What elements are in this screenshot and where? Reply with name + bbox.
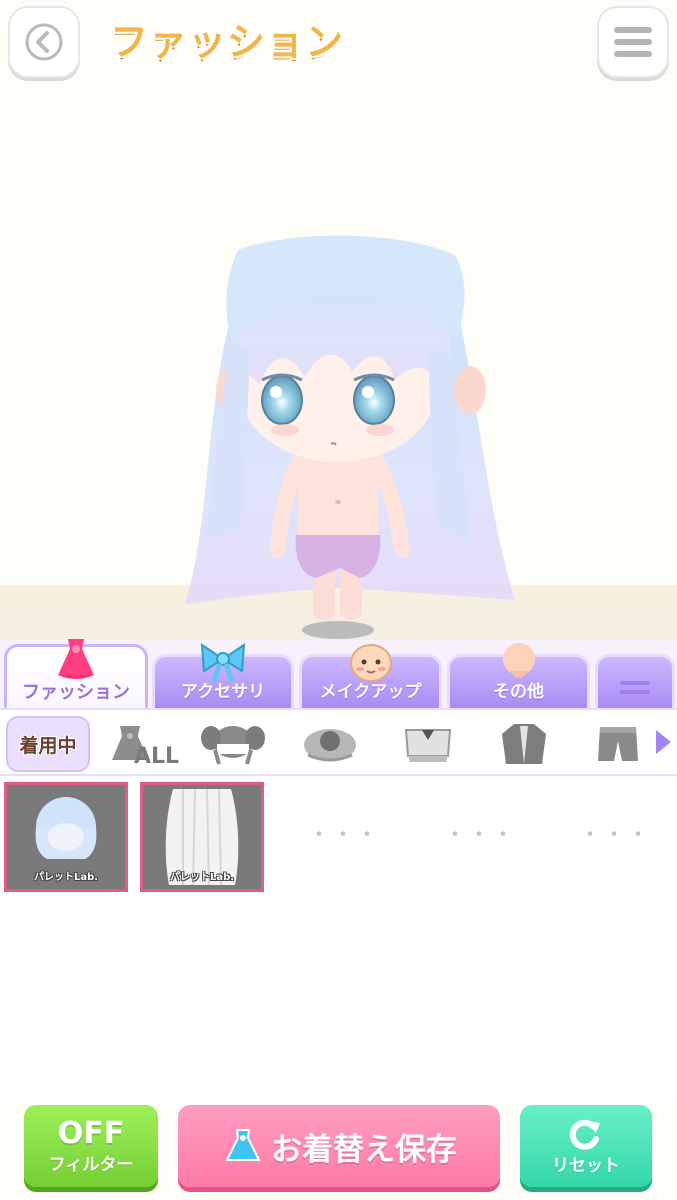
subcat-top[interactable] [398,718,458,770]
item-brand: パレットLab. [169,872,235,883]
hair-bun-icon [304,729,356,762]
wearing-filter-button[interactable]: 着用中 [6,716,90,772]
tab-makeup[interactable]: メイクアップ [299,644,442,708]
tab-fashion[interactable]: ファッション [4,639,148,710]
hamburger-icon [614,27,652,57]
item-card[interactable]: パレットLab. [140,782,264,892]
character-icon [502,643,535,678]
empty-slot-placeholder: ・・・ [308,823,381,848]
dress-icon [225,1129,261,1161]
more-lines-icon [620,680,650,694]
all-label: ALL [134,744,180,769]
dress-icon [58,639,94,679]
subcat-hair-bun[interactable] [300,718,360,770]
item-grid: パレットLab. パレットLab. ・・・ ・・・ ・・・ [0,778,677,1098]
face-icon [349,644,392,682]
back-button[interactable] [8,6,80,78]
subcategory-row: 着用中 ALL [0,708,677,776]
save-outfit-button[interactable]: お着替え保存 [178,1105,500,1187]
empty-slot-placeholder: ・・・ [444,823,517,848]
top-icon [404,729,452,762]
wearing-label: 着用中 [19,734,77,757]
subcat-hair-front[interactable] [198,718,268,770]
filter-toggle-button[interactable]: OFF フィルター [24,1105,158,1187]
filter-state: OFF [57,1115,125,1151]
reset-icon [569,1119,600,1150]
category-tabs: ファッション アクセサリ メイクアップ その他 [0,639,677,710]
item-card[interactable]: パレットLab. [4,782,128,892]
subcat-all[interactable]: ALL [104,718,180,770]
empty-slot-placeholder: ・・・ [579,823,652,848]
reset-button[interactable]: リセット [520,1105,652,1187]
jacket-icon [502,724,546,764]
tab-other[interactable]: その他 [447,643,590,708]
tab-more[interactable] [595,654,675,708]
save-label: お着替え保存 [271,1131,457,1168]
triangle-right-icon [656,730,671,754]
page-title: ファッション [110,20,345,64]
chevron-left-icon [25,23,63,61]
tab-label: ファッション [22,682,130,703]
hair-pigtails-icon [201,726,265,765]
subcat-pants[interactable] [588,718,648,770]
avatar-stage [0,90,677,640]
tab-accessory[interactable]: アクセサリ [152,643,294,708]
ribbon-icon [200,643,246,682]
pants-icon [598,727,638,761]
item-brand: パレットLab. [33,872,99,883]
menu-button[interactable] [597,6,669,78]
reset-label: リセット [552,1155,620,1176]
scroll-right-button[interactable] [653,728,673,760]
filter-label: フィルター [48,1154,134,1175]
subcat-jacket[interactable] [494,718,554,770]
avatar[interactable] [0,90,677,640]
